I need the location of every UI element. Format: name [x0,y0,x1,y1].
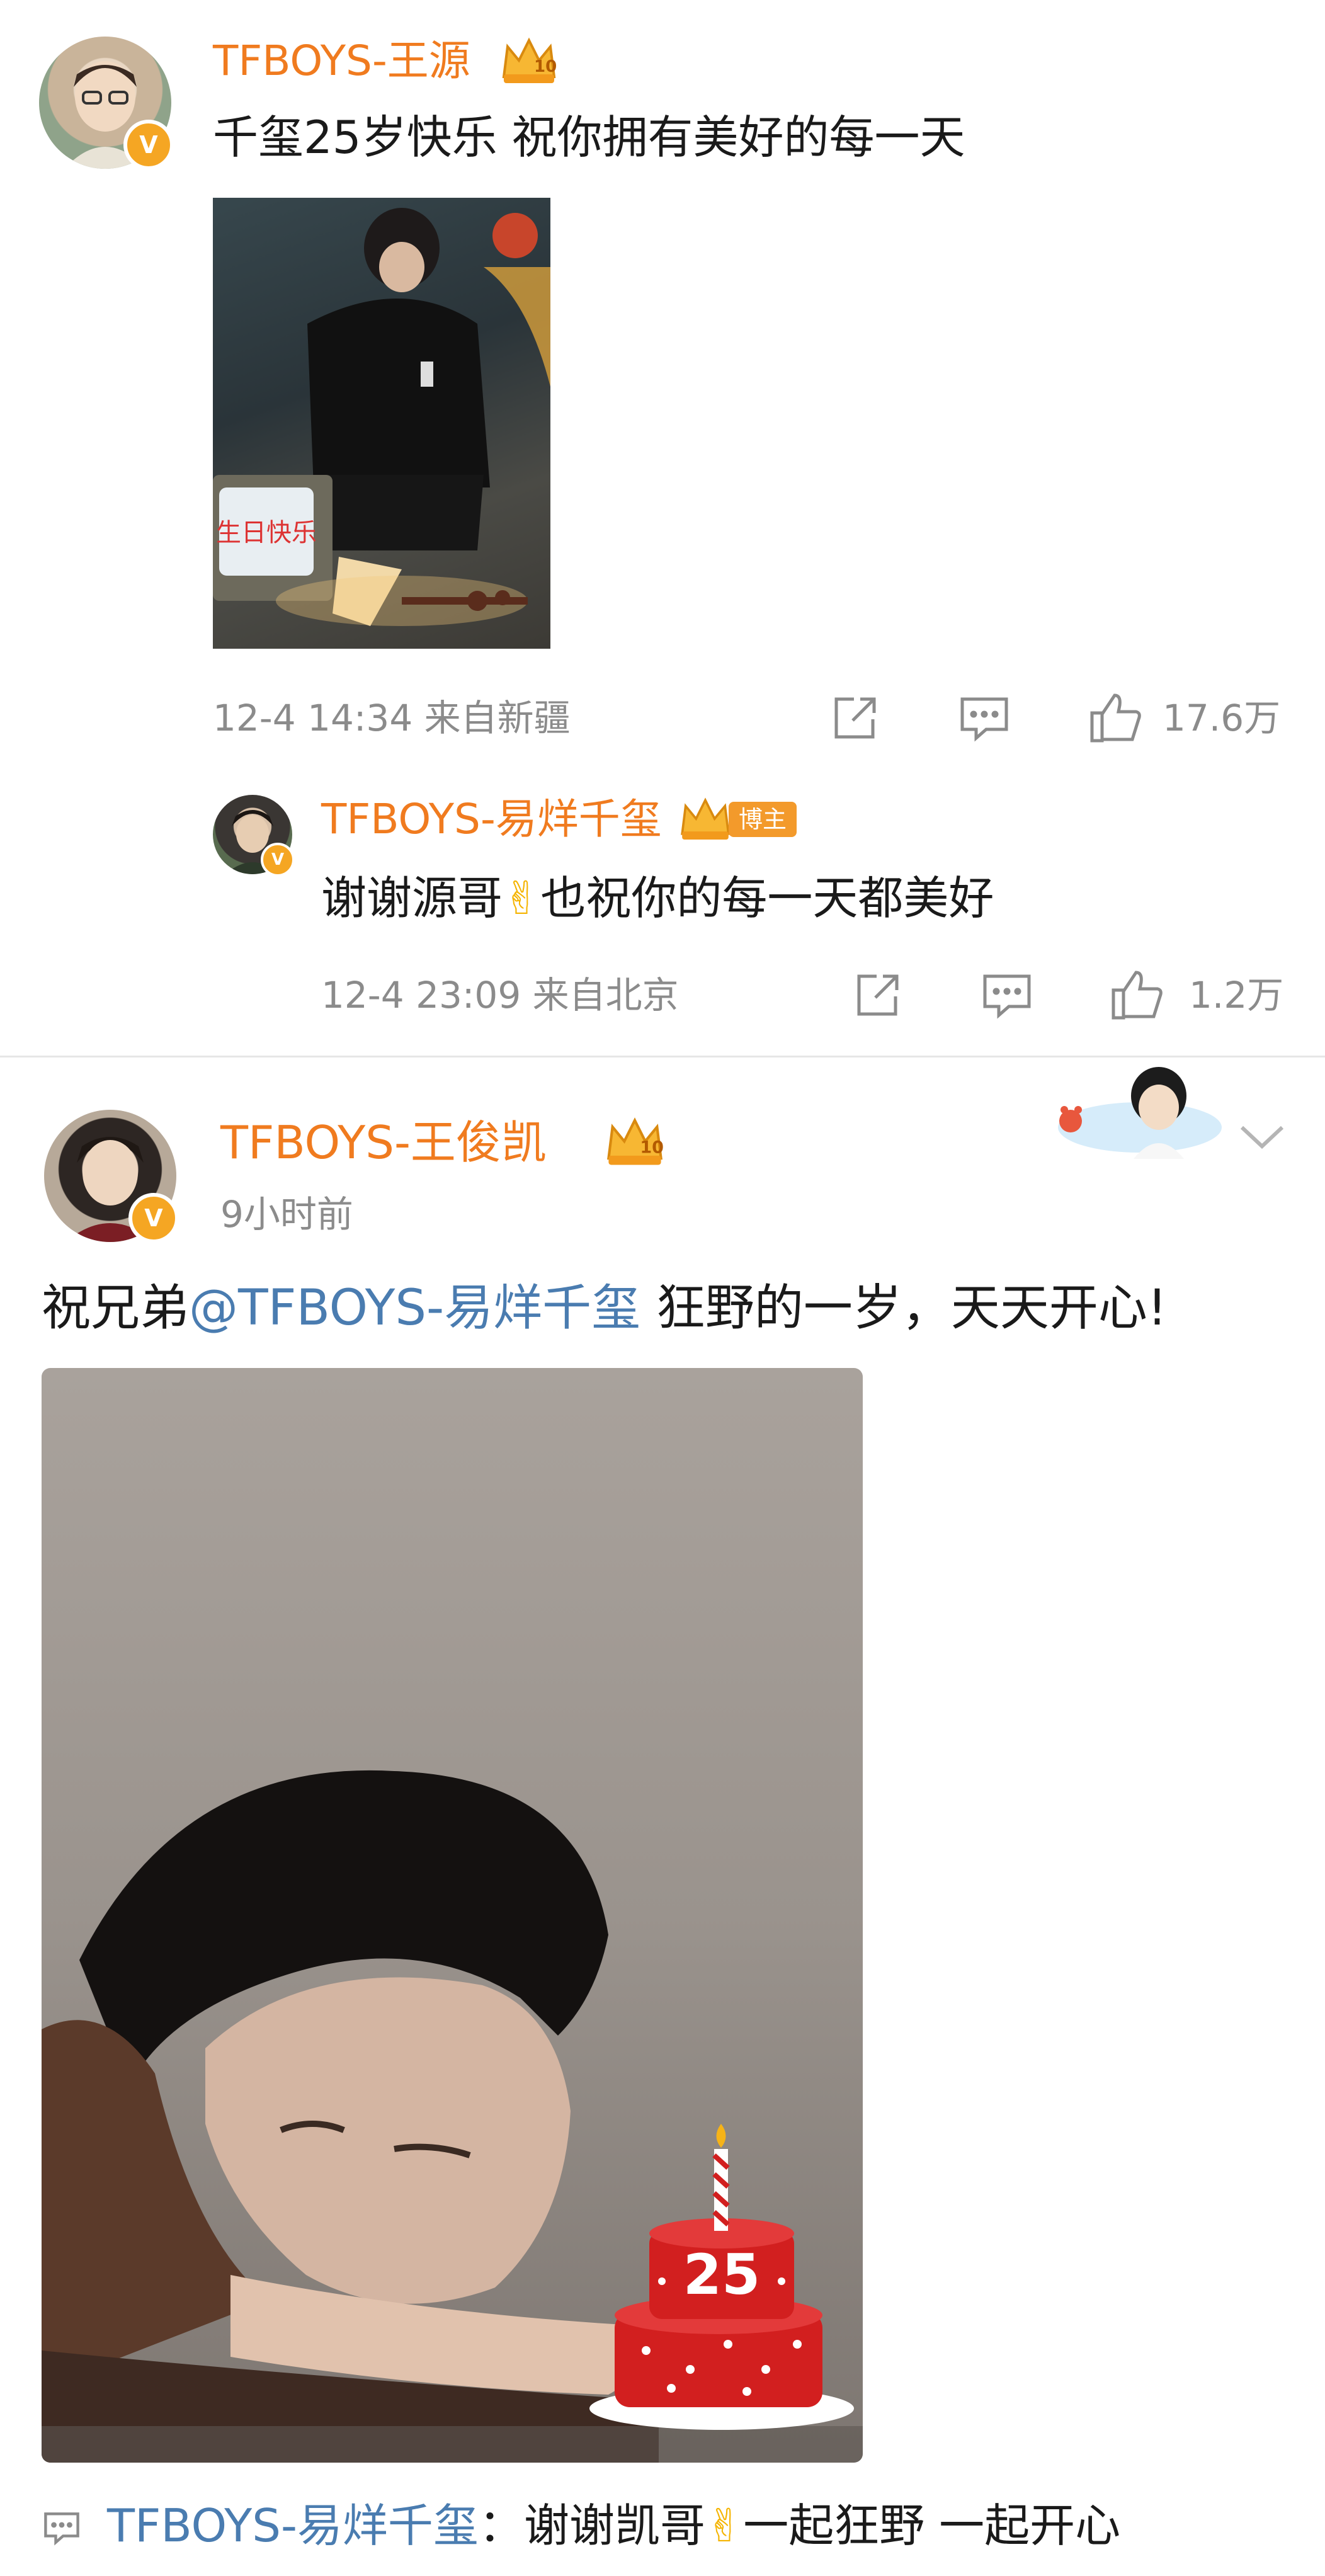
verified-icon: V [261,843,295,877]
like-icon[interactable] [1087,689,1144,748]
card-decoration-sticker [1045,1058,1222,1159]
comment-text-part1: ：谢谢凯哥 [478,2499,705,2552]
post-text: 祝兄弟@TFBOYS-易烊千玺 狂野的一岁，天天开心! [42,1274,1167,1343]
victory-emoji-icon: ✌ [705,2499,744,2552]
comment-text-part2: 一起狂野 一起开心 [743,2499,1121,2552]
crown-icon: 10 [498,33,560,89]
like-count: 17.6万 [1163,697,1281,739]
reply-like-count: 1.2万 [1189,974,1284,1017]
verified-icon: V [123,120,174,170]
like-icon[interactable] [1108,966,1165,1025]
blogger-badge: 博主 [728,802,797,837]
author-name[interactable]: TFBOYS-王源 [213,33,470,89]
post-text: 千玺25岁快乐 祝你拥有美好的每一天 [213,111,965,164]
post-time: 9小时前 [220,1193,353,1236]
comment-author[interactable]: TFBOYS-易烊千玺 [107,2499,479,2552]
author-name[interactable]: TFBOYS-王俊凯 [220,1112,547,1173]
crown-icon: 10 [602,1112,668,1171]
reply-header: TFBOYS-易烊千玺 博主 [321,791,797,848]
chevron-down-icon[interactable] [1237,1121,1287,1155]
comment-icon[interactable] [980,970,1034,1024]
post-meta: 12-4 14:34 来自新疆 [213,697,571,739]
crown-level: 10 [640,1138,664,1158]
post-image-wangjunkai-card[interactable]: 25 [42,1368,863,2463]
candle-icon [712,2124,730,2231]
post-text-suffix: 狂野的一岁，天天开心! [640,1280,1168,1336]
reply-meta: 12-4 23:09 来自北京 [321,974,679,1017]
crown-level: 10 [534,57,557,76]
victory-emoji-icon: ✌ [503,872,541,925]
comment-icon[interactable] [957,693,1011,747]
mention-link[interactable]: @TFBOYS-易烊千玺 [189,1280,640,1336]
cake-number: 25 [683,2242,760,2307]
reply-text-part2: 也祝你的每一天都美好 [540,872,994,925]
post-text-prefix: 祝兄弟 [42,1280,190,1336]
share-icon[interactable] [851,970,903,1024]
crown-icon [676,793,734,846]
comment-preview[interactable]: TFBOYS-易烊千玺：谢谢凯哥✌一起狂野 一起开心 [107,2494,1120,2557]
birthday-cake-sticker: 25 [577,2073,854,2451]
reply-author[interactable]: TFBOYS-易烊千玺 [321,795,662,843]
reply-text-part1: 谢谢源哥 [321,872,503,925]
post-image-wangyuan-card[interactable]: 生日快乐 [213,198,550,649]
share-icon[interactable] [829,693,880,747]
verified-icon: V [128,1193,179,1243]
tv-text: 生日快乐 [216,518,317,547]
reply-text: 谢谢源哥✌也祝你的每一天都美好 [321,867,994,930]
post-divider [0,1056,1325,1057]
comment-icon [42,2509,82,2550]
